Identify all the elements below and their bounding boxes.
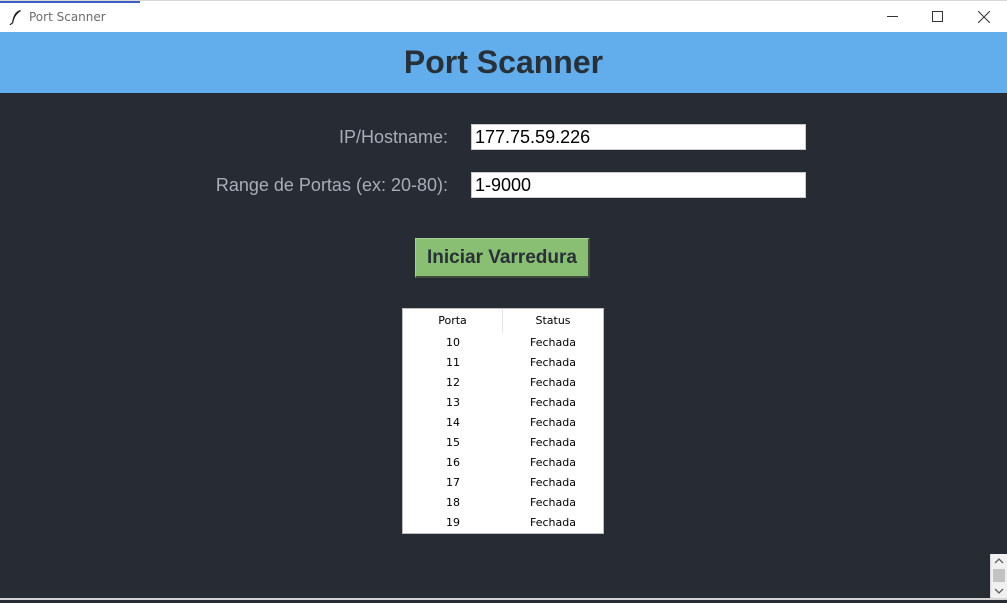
maximize-button[interactable] [915,1,960,32]
scroll-down-button[interactable] [991,584,1007,598]
port-range-label: Range de Portas (ex: 20-80): [215,175,448,195]
page-title: Port Scanner [403,44,604,80]
status-cell: Fechada [530,356,576,369]
status-cell: Fechada [530,496,576,509]
status-cell: Fechada [530,476,576,489]
chevron-up-icon [994,558,1004,564]
table-row[interactable]: 19 Fechada [403,513,603,533]
window-titlebar: Port Scanner [0,0,1007,32]
ip-label: IP/Hostname: [338,127,448,147]
close-icon [977,10,990,23]
scrollbar-thumb[interactable] [993,569,1005,582]
results-table[interactable]: Porta Status 10 Fechada 11 Fechada 12 Fe… [402,308,604,534]
status-cell: Fechada [530,416,576,429]
port-cell: 19 [446,516,460,529]
scroll-up-button[interactable] [991,554,1007,568]
window-title: Port Scanner [29,10,106,24]
close-button[interactable] [961,1,1006,32]
ip-input[interactable] [471,124,806,150]
table-row[interactable]: 15 Fechada [403,433,603,453]
status-cell: Fechada [530,336,576,349]
table-row[interactable]: 18 Fechada [403,493,603,513]
column-header-status[interactable]: Status [503,309,603,333]
table-row[interactable]: 17 Fechada [403,473,603,493]
vertical-scrollbar[interactable] [990,554,1007,598]
status-cell: Fechada [530,376,576,389]
table-row[interactable]: 14 Fechada [403,413,603,433]
status-cell: Fechada [530,436,576,449]
table-row[interactable]: 10 Fechada [403,333,603,353]
port-cell: 10 [446,336,460,349]
feather-icon [9,10,21,25]
column-header-porta[interactable]: Porta [403,309,503,333]
port-cell: 11 [446,356,460,369]
minimize-icon [887,16,898,17]
table-header: Porta Status [403,309,603,333]
port-cell: 17 [446,476,460,489]
status-cell: Fechada [530,516,576,529]
table-row[interactable]: 16 Fechada [403,453,603,473]
port-cell: 18 [446,496,460,509]
chevron-down-icon [994,588,1004,594]
port-range-input[interactable] [471,172,806,198]
port-cell: 13 [446,396,460,409]
minimize-button[interactable] [870,1,915,32]
start-scan-button[interactable]: Iniciar Varredura [415,238,590,278]
table-row[interactable]: 13 Fechada [403,393,603,413]
status-cell: Fechada [530,396,576,409]
taskbar-accent [0,1,140,3]
table-row[interactable]: 11 Fechada [403,353,603,373]
port-cell: 16 [446,456,460,469]
header-banner: Port Scanner [0,32,1007,93]
port-cell: 15 [446,436,460,449]
maximize-icon [932,11,943,22]
port-cell: 12 [446,376,460,389]
table-row[interactable]: 12 Fechada [403,373,603,393]
port-cell: 14 [446,416,460,429]
status-cell: Fechada [530,456,576,469]
